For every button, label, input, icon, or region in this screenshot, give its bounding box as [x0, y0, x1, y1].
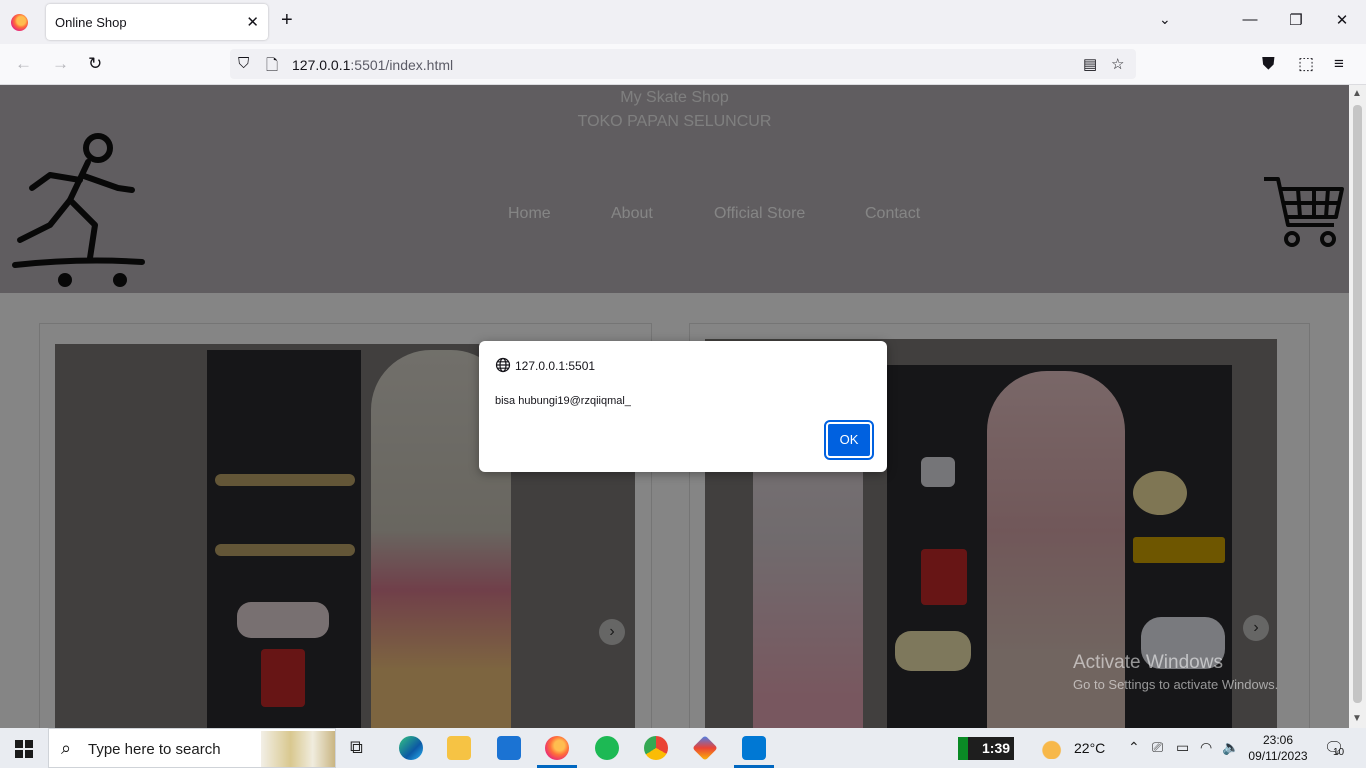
search-highlight-image	[261, 731, 335, 767]
address-bar[interactable]: ⛉ 🗋 127.0.0.1:5501/index.html ▤ ☆	[230, 49, 1136, 79]
windows-start-icon[interactable]	[15, 740, 33, 758]
app-menu-icon[interactable]: ≡	[1334, 54, 1344, 74]
list-all-tabs-icon[interactable]: ⌄	[1159, 11, 1171, 28]
clock-date: 09/11/2023	[1248, 749, 1308, 763]
taskbar-clock[interactable]: 23:06 09/11/2023	[1248, 732, 1308, 764]
dialog-origin: 127.0.0.1:5501	[515, 359, 596, 373]
show-hidden-icons-chevron-icon[interactable]: ⌃	[1128, 739, 1140, 756]
weather-icon[interactable]	[1042, 737, 1066, 759]
dialog-ok-button[interactable]: OK	[824, 420, 874, 460]
chrome-icon[interactable]	[644, 736, 668, 760]
browser-tab-bar: Online Shop ✕ + ⌄ — ❐ ✕	[0, 0, 1366, 44]
minimize-window-button[interactable]: —	[1240, 11, 1260, 28]
taskbar-search-box[interactable]: ⌕ Type here to search	[48, 728, 336, 768]
tracking-protection-shield-icon[interactable]: ⛉	[238, 55, 249, 72]
activate-windows-subtitle: Go to Settings to activate Windows.	[1073, 677, 1279, 692]
timer-widget[interactable]: 1:39	[958, 737, 1014, 760]
dialog-message: bisa hubungi19@rzqiiqmal_	[495, 395, 631, 407]
activate-windows-title: Activate Windows	[1073, 652, 1223, 673]
extensions-icon[interactable]: ⬚	[1298, 54, 1314, 74]
forward-arrow-icon[interactable]: →	[52, 54, 69, 74]
tab-close-icon[interactable]: ✕	[246, 13, 259, 31]
tab-title: Online Shop	[55, 15, 127, 30]
notification-count: 10	[1333, 747, 1345, 758]
clock-time: 23:06	[1262, 733, 1294, 747]
restore-window-button[interactable]: ❐	[1286, 11, 1306, 29]
browser-navigation-bar: ← → ↻ ⛉ 🗋 127.0.0.1:5501/index.html ▤ ☆ …	[0, 44, 1366, 85]
reader-view-icon[interactable]: ▤	[1083, 55, 1097, 73]
file-explorer-icon[interactable]	[447, 736, 471, 760]
app-icon[interactable]	[692, 735, 718, 761]
mail-icon[interactable]	[497, 736, 521, 760]
search-placeholder: Type here to search	[88, 741, 221, 758]
scroll-down-arrow-icon[interactable]: ▼	[1352, 713, 1362, 724]
page-info-icon[interactable]: 🗋	[266, 55, 278, 80]
bookmark-star-icon[interactable]: ☆	[1111, 55, 1124, 73]
weather-temperature[interactable]: 22°C	[1074, 740, 1105, 756]
scroll-up-arrow-icon[interactable]: ▲	[1352, 88, 1362, 99]
scrollbar-thumb[interactable]	[1353, 105, 1362, 703]
firefox-icon[interactable]	[545, 736, 569, 760]
globe-icon	[495, 357, 511, 373]
windows-taskbar: ⌕ Type here to search ⧉ 1:39 22°C ⌃ ⎚ ▭ …	[0, 728, 1366, 768]
meet-now-icon[interactable]: ⎚	[1152, 739, 1163, 756]
new-tab-button[interactable]: +	[281, 10, 293, 30]
volume-icon[interactable]: 🔈	[1222, 739, 1239, 756]
edge-icon[interactable]	[399, 736, 423, 760]
vscode-icon[interactable]	[742, 736, 766, 760]
alert-dialog: 127.0.0.1:5501 bisa hubungi19@rzqiiqmal_…	[479, 341, 887, 472]
close-window-button[interactable]: ✕	[1332, 11, 1352, 29]
browser-tab-online-shop[interactable]: Online Shop ✕	[46, 4, 268, 40]
task-view-icon[interactable]: ⧉	[350, 737, 363, 758]
spotify-icon[interactable]	[595, 736, 619, 760]
url-text[interactable]: 127.0.0.1:5501/index.html	[292, 57, 453, 73]
battery-icon[interactable]: ▭	[1176, 739, 1189, 756]
wifi-icon[interactable]: ◠	[1200, 739, 1212, 756]
search-icon: ⌕	[61, 738, 72, 758]
reload-icon[interactable]: ↻	[88, 54, 102, 74]
page-scrollbar[interactable]: ▲ ▼	[1349, 85, 1366, 728]
notification-center-icon[interactable]: 🗨 10	[1324, 738, 1346, 758]
back-arrow-icon[interactable]: ←	[15, 54, 32, 74]
firefox-view-icon[interactable]	[11, 14, 28, 31]
pocket-icon[interactable]: ⛊	[1262, 54, 1275, 74]
